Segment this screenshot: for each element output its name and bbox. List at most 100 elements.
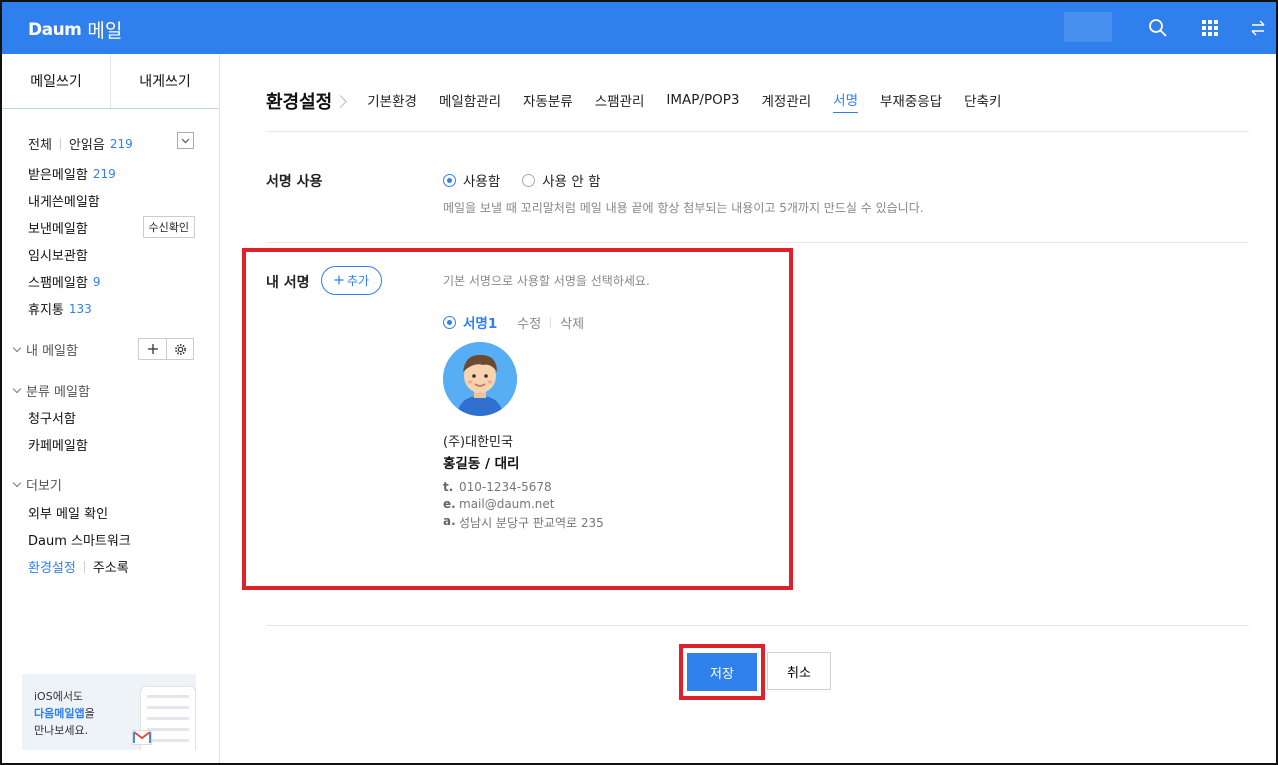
sidebar: 메일쓰기 내게쓰기 전체 안읽음 219 받은메일함 219 내게쓴메일함 보낸… [2,54,220,763]
apps-grid-icon[interactable] [1198,16,1222,40]
category-group[interactable]: 분류 메일함 [12,381,90,400]
address-key: a. [443,514,456,528]
delete-signature-link[interactable]: 삭제 [560,313,584,332]
promo-line-1: iOS에서도 [34,690,84,703]
signature-use-label: 서명 사용 [266,174,323,190]
settings-tabs: 환경설정 기본환경 메일함관리 자동분류 스팸관리 IMAP/POP3 계정관리… [266,88,1023,114]
mailbox-label: 임시보관함 [28,249,88,264]
filter-all[interactable]: 전체 [28,134,52,153]
mailbox-sent[interactable]: 보낸메일함 [28,218,88,237]
logo-title: 메일 [87,20,123,42]
tab-filter[interactable]: 자동분류 [523,90,573,113]
filter-dropdown-icon[interactable] [177,132,194,149]
link-label: Daum 스마트워크 [28,534,131,549]
signature-address-row: a. 성남시 분당구 판교역로 235 [443,514,604,531]
compose-button[interactable]: 메일쓰기 [2,54,110,108]
signature-use-off[interactable]: 사용 안 함 [522,170,601,190]
tab-away-reply[interactable]: 부재중응답 [880,90,942,113]
tab-shortcuts[interactable]: 단축키 [964,90,1001,113]
tab-account[interactable]: 계정관리 [761,90,811,113]
self-compose-button[interactable]: 내게쓰기 [110,54,219,108]
my-signature-label: 내 서명 [266,275,310,291]
chevron-down-icon [12,384,22,394]
contacts-link[interactable]: 주소록 [93,557,129,576]
save-button[interactable]: 저장 [687,653,757,691]
chevron-right-icon [334,94,348,108]
tab-general[interactable]: 기본환경 [367,90,417,113]
divider [266,242,1249,243]
mailbox-to-self[interactable]: 내게쓴메일함 [28,191,100,210]
add-mailbox-icon[interactable] [139,339,166,359]
email-key: e. [443,497,456,511]
radio-checked[interactable] [443,315,456,329]
mailbox-trash[interactable]: 휴지통 133 [28,299,92,319]
signature-phone-row: t. 010-1234-5678 [443,480,552,494]
action-divider [550,316,552,328]
signature-hint: 기본 서명으로 사용할 서명을 선택하세요. [443,274,650,288]
window-frame: Daum 메일 메일쓰기 내게쓰기 전체 안읽음 219 받은메일함 219 내… [0,0,1278,765]
promo-particle: 을 [84,707,95,720]
radio-unchecked[interactable] [522,173,536,187]
group-label: 더보기 [26,479,62,494]
group-label: 분류 메일함 [26,385,90,400]
mailbox-label: 휴지통 [28,303,64,318]
radio-checked[interactable] [443,173,456,187]
mailbox-drafts[interactable]: 임시보관함 [28,245,88,264]
mailbox-label: 받은메일함 [28,168,88,183]
divider [266,625,1249,626]
external-mail-link[interactable]: 외부 메일 확인 [28,503,108,522]
signature-person: 홍길동 / 대리 [443,456,520,472]
option-label: 사용 안 함 [542,174,601,190]
read-receipt-button[interactable]: 수신확인 [142,216,195,238]
tab-signature[interactable]: 서명 [833,89,859,113]
link-label: 외부 메일 확인 [28,507,109,522]
group-label: 내 메일함 [26,344,78,359]
app-promo-banner[interactable]: iOS에서도 다음메일앱을 만나보세요. [22,674,196,750]
unread-count: 219 [109,136,133,151]
signature-use-on[interactable]: 사용함 [443,170,500,190]
mail-filter: 전체 안읽음 219 [28,132,194,153]
edit-signature-link[interactable]: 수정 [517,313,541,332]
mailbox-cafe[interactable]: 카페메일함 [28,435,88,454]
add-label: 추가 [346,274,370,288]
cancel-button[interactable]: 취소 [767,652,831,690]
signature-item: 서명1 수정 삭제 [443,312,584,332]
divider [266,131,1249,132]
top-bar: Daum 메일 [2,2,1276,54]
signature-name[interactable]: 서명1 [463,312,497,332]
search-icon[interactable] [1146,16,1170,40]
mailbox-inbox[interactable]: 받은메일함 219 [28,164,116,184]
tab-imap-pop3[interactable]: IMAP/POP3 [666,92,739,111]
signature-use-options: 사용함 사용 안 함 [443,170,601,190]
mailbox-label: 카페메일함 [28,439,88,454]
settings-link[interactable]: 환경설정 [28,557,76,576]
smartwork-link[interactable]: Daum 스마트워크 [28,530,131,549]
logo-brand: Daum [28,19,82,40]
mailbox-spam[interactable]: 스팸메일함 9 [28,272,100,292]
tab-spam[interactable]: 스팸관리 [595,90,645,113]
mailbox-label: 청구서함 [28,412,76,427]
tab-mailbox[interactable]: 메일함관리 [439,90,501,113]
switch-icon[interactable] [1246,16,1270,40]
signature-email-row: e. mail@daum.net [443,497,554,511]
highlight-box-save: 저장 [679,644,765,700]
page-title: 환경설정 [266,92,333,113]
chevron-down-icon [12,343,22,353]
add-signature-button[interactable]: 추가 [321,266,382,295]
signature-company: (주)대한민국 [443,435,513,450]
account-avatar-blurred[interactable] [1064,12,1112,42]
filter-unread[interactable]: 안읽음 [69,134,105,153]
logo[interactable]: Daum 메일 [28,16,122,43]
settings-main: 환경설정 기본환경 메일함관리 자동분류 스팸관리 IMAP/POP3 계정관리… [221,54,1276,763]
promo-text: iOS에서도 다음메일앱을 만나보세요. [34,688,95,739]
signature-address: 성남시 분당구 판교역로 235 [459,516,604,530]
promo-line-2: 다음메일앱을 [34,705,95,722]
mailbox-label: 내게쓴메일함 [28,195,100,210]
mailbox-bills[interactable]: 청구서함 [28,408,76,427]
my-mailbox-group[interactable]: 내 메일함 [12,340,78,359]
signature-use-description: 메일을 보낼 때 꼬리말처럼 메일 내용 끝에 항상 첨부되는 내용이고 5개까… [443,201,924,215]
chevron-down-icon [12,478,22,488]
mail-envelope-icon [132,730,152,745]
gear-icon[interactable] [166,339,193,359]
more-group[interactable]: 더보기 [12,475,62,494]
